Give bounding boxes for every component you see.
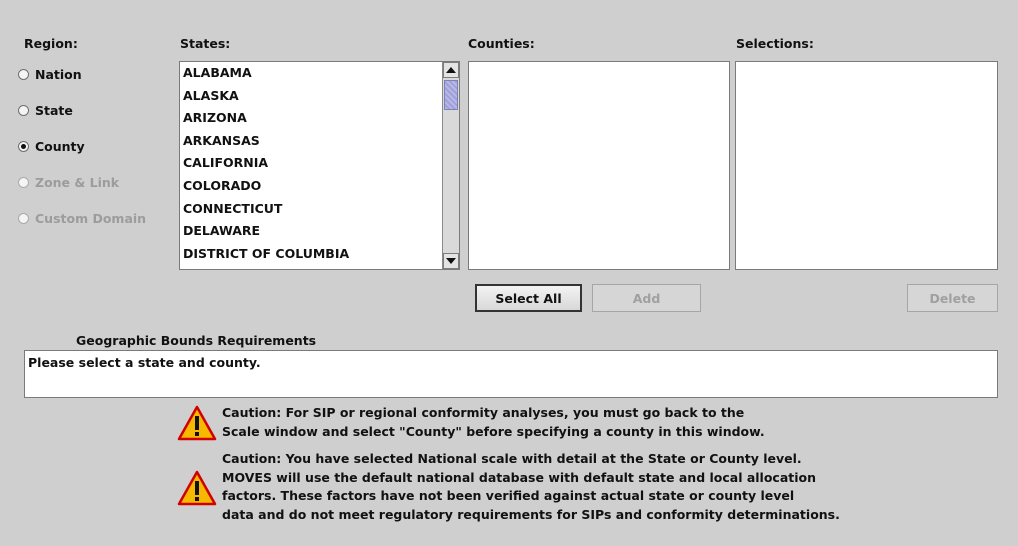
radio-circle-icon [18, 176, 29, 188]
radio-circle-icon [18, 104, 29, 116]
radio-label: Nation [35, 66, 82, 82]
caution-scale-text: Caution: For SIP or regional conformity … [222, 404, 765, 441]
radio-zone-link[interactable]: Zone & Link [18, 172, 119, 192]
selections-label: Selections: [736, 36, 814, 51]
caution-line: Caution: For SIP or regional conformity … [222, 405, 745, 420]
state-list-item[interactable]: COLORADO [180, 175, 459, 198]
delete-button[interactable]: Delete [907, 284, 998, 312]
arrow-down-icon [446, 258, 456, 264]
state-list-item[interactable]: DELAWARE [180, 220, 459, 243]
radio-label: Custom Domain [35, 210, 147, 226]
caution-line: factors. These factors have not been ver… [222, 488, 795, 503]
state-list-item[interactable]: ARIZONA [180, 107, 459, 130]
caution-line: Scale window and select "County" before … [222, 423, 765, 439]
bounds-message-box: Please select a state and county. [24, 350, 998, 398]
add-button[interactable]: Add [592, 284, 701, 312]
bounds-message: Please select a state and county. [28, 355, 261, 370]
state-list-item[interactable]: CALIFORNIA [180, 152, 459, 175]
states-label: States: [180, 36, 231, 51]
radio-circle-icon [18, 68, 29, 80]
radio-circle-icon [18, 212, 29, 224]
counties-list[interactable] [468, 61, 730, 270]
radio-nation[interactable]: Nation [18, 64, 82, 84]
state-list-item[interactable]: ALASKA [180, 85, 459, 108]
states-scrollbar[interactable] [442, 62, 459, 269]
states-list[interactable]: ALABAMA ALASKA ARIZONA ARKANSAS CALIFORNIA CO… [179, 61, 460, 270]
state-list-item[interactable]: ARKANSAS [180, 130, 459, 153]
warning-icon [177, 405, 217, 441]
region-label: Region: [24, 36, 78, 51]
selections-list[interactable] [735, 61, 998, 270]
scroll-thumb[interactable] [444, 80, 458, 110]
caution-national-text: Caution: You have selected National scal… [222, 450, 840, 524]
arrow-up-icon [446, 67, 456, 73]
radio-selected-icon [18, 140, 29, 152]
states-items: ALABAMA ALASKA ARIZONA ARKANSAS CALIFORNIA CO… [180, 62, 459, 265]
caution-line: MOVES will use the default national data… [222, 469, 817, 485]
radio-label: Zone & Link [35, 174, 120, 190]
scroll-up-button[interactable] [443, 62, 459, 78]
scroll-down-button[interactable] [443, 253, 459, 269]
radio-label: State [35, 102, 73, 118]
counties-label: Counties: [468, 36, 535, 51]
state-list-item[interactable]: CONNECTICUT [180, 198, 459, 221]
warning-icon [177, 470, 217, 506]
caution-line: data and do not meet regulatory requirem… [222, 506, 840, 522]
state-list-item[interactable]: DISTRICT OF COLUMBIA [180, 243, 459, 266]
radio-county[interactable]: County [18, 136, 85, 156]
select-all-button[interactable]: Select All [475, 284, 582, 312]
caution-line: Caution: You have selected National scal… [222, 451, 802, 466]
state-list-item[interactable]: ALABAMA [180, 62, 459, 85]
bounds-title: Geographic Bounds Requirements [76, 333, 317, 348]
radio-state[interactable]: State [18, 100, 73, 120]
radio-label: County [35, 138, 85, 154]
radio-custom-domain[interactable]: Custom Domain [18, 208, 146, 228]
